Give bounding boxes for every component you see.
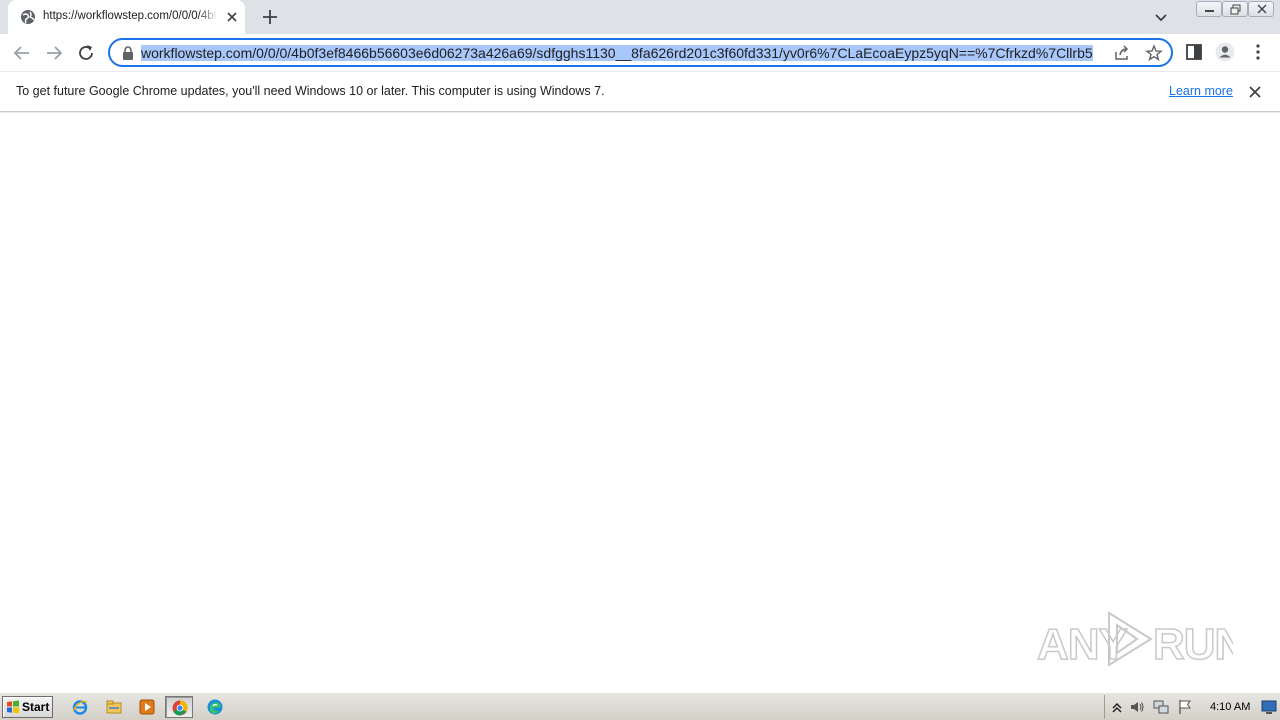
side-panel-icon[interactable] [1184,42,1204,62]
profile-avatar-icon[interactable] [1215,42,1235,62]
start-label: Start [22,700,50,714]
menu-dots-icon[interactable] [1248,42,1268,62]
new-tab-icon[interactable] [260,7,280,27]
tab-title: https://workflowstep.com/0/0/0/4b0f3ef84… [43,10,218,22]
tab-strip: https://workflowstep.com/0/0/0/4b0f3ef84… [0,0,1280,34]
infobar-message: To get future Google Chrome updates, you… [16,84,605,98]
media-player-icon [139,699,155,715]
close-window-button[interactable] [1248,1,1274,17]
show-hidden-icons-icon[interactable] [1109,699,1125,715]
internet-explorer-icon [72,700,88,715]
minimize-icon [1205,10,1214,12]
bookmark-star-icon[interactable] [1145,44,1163,62]
chrome-icon [172,700,188,716]
volume-icon[interactable] [1129,699,1145,715]
lock-icon[interactable] [121,45,135,61]
taskbar-edge[interactable] [201,696,229,718]
clock[interactable]: 4:10 AM [1210,701,1250,713]
globe-icon [21,10,35,24]
reload-icon[interactable] [75,42,97,64]
taskbar-file-explorer[interactable] [100,696,128,718]
update-infobar: To get future Google Chrome updates, you… [0,71,1280,112]
close-icon[interactable] [1248,85,1262,99]
restore-icon [1230,4,1241,15]
close-icon [1257,4,1267,14]
windows-taskbar: Start 4:10 AM [0,692,1280,720]
chevron-down-icon[interactable] [1152,8,1170,26]
edge-icon [207,699,223,715]
action-center-flag-icon[interactable] [1177,699,1193,715]
close-tab-icon[interactable] [224,9,240,25]
url-text[interactable]: workflowstep.com/0/0/0/4b0f3ef8466b56603… [141,44,1105,62]
start-button[interactable]: Start [2,696,53,718]
svg-text:RUN: RUN [1153,620,1233,669]
windows-logo-icon [7,700,19,714]
address-bar[interactable]: workflowstep.com/0/0/0/4b0f3ef8466b56603… [108,38,1173,67]
window-controls [1196,1,1274,17]
minimize-button[interactable] [1196,1,1222,17]
show-desktop-icon[interactable] [1261,699,1277,715]
back-arrow-icon[interactable] [11,42,33,64]
restore-button[interactable] [1222,1,1248,17]
anyrun-watermark: ANY RUN [1037,611,1233,670]
file-explorer-icon [106,700,122,714]
system-tray: 4:10 AM [1104,695,1280,719]
taskbar-chrome[interactable] [165,696,193,718]
share-icon[interactable] [1113,44,1131,62]
taskbar-media-player[interactable] [133,696,161,718]
page-content [0,113,1280,692]
taskbar-internet-explorer[interactable] [66,696,94,718]
forward-arrow-icon[interactable] [43,42,65,64]
learn-more-link[interactable]: Learn more [1169,84,1233,98]
network-icon[interactable] [1153,699,1169,715]
browser-tab[interactable]: https://workflowstep.com/0/0/0/4b0f3ef84… [8,0,245,34]
